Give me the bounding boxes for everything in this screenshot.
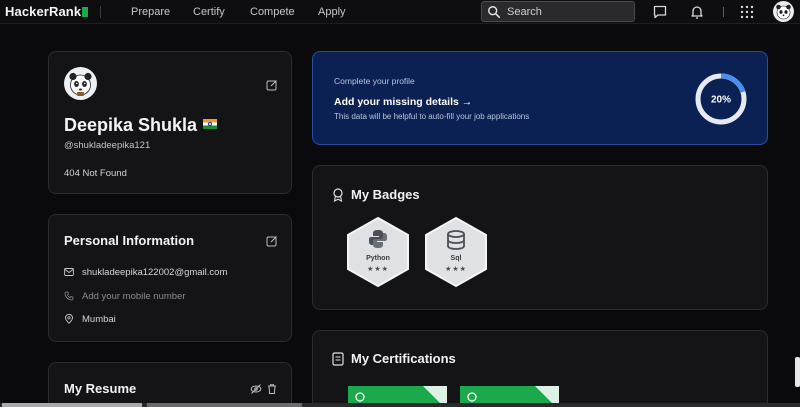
profile-name: Deepika Shukla (64, 115, 218, 136)
resume-title: My Resume (64, 381, 137, 396)
certifications-title: My Certifications (351, 351, 456, 366)
badge-python-label: Python (366, 255, 390, 262)
profile-bio: 404 Not Found (64, 168, 127, 179)
scrollbar-thumb[interactable] (2, 403, 142, 407)
complete-profile-description: This data will be helpful to auto-fill y… (334, 112, 530, 121)
logo-text: HackerRank (5, 4, 82, 19)
panda-avatar-icon (69, 72, 92, 96)
hexagon-badge-icon (425, 216, 487, 288)
email-row: shukladeepika122002@gmail.com (64, 265, 227, 279)
hide-eye-icon[interactable] (250, 383, 262, 395)
badge-sql-stars: ★★★ (445, 266, 467, 273)
badges-title: My Badges (351, 187, 420, 202)
badge-sql-label: Sql (450, 255, 462, 262)
search-box[interactable] (481, 1, 635, 22)
search-icon (488, 6, 501, 19)
nav-prepare[interactable]: Prepare (131, 6, 170, 18)
nav-certify[interactable]: Certify (193, 6, 225, 18)
apps-grid-icon[interactable] (739, 4, 755, 20)
badge-python[interactable]: Python ★★★ (345, 216, 411, 288)
hackerrank-logo[interactable]: HackerRank (5, 4, 89, 19)
logo-mark (82, 7, 89, 17)
badges-card: My Badges Python ★★★ Sql ★★★ (312, 165, 768, 310)
email-value: shukladeepika122002@gmail.com (82, 266, 228, 278)
add-missing-details-text: Add your missing details (334, 96, 459, 108)
profile-handle: @shukladeepika121 (64, 140, 151, 151)
bell-icon[interactable] (689, 4, 705, 20)
complete-profile-banner: Complete your profile Add your missing d… (312, 51, 768, 145)
badge-sql[interactable]: Sql ★★★ (423, 216, 489, 288)
progress-percent-label: 20% (711, 95, 731, 106)
profile-card: Deepika Shukla @shukladeepika121 404 Not… (48, 51, 292, 194)
messages-icon[interactable] (652, 4, 668, 20)
location-value: Mumbai (82, 313, 116, 325)
profile-avatar[interactable] (64, 67, 97, 100)
nav-compete[interactable]: Compete (250, 6, 295, 18)
profile-name-text: Deepika Shukla (64, 115, 198, 135)
vertical-scrollbar-thumb[interactable] (795, 357, 800, 387)
edit-personal-info-icon[interactable] (266, 235, 278, 247)
email-icon (64, 268, 74, 276)
india-flag-icon (203, 119, 218, 129)
certificate-doc-icon (332, 352, 344, 366)
scrollbar-track-segment (147, 403, 302, 407)
phone-placeholder: Add your mobile number (82, 290, 186, 302)
personal-info-card: Personal Information shukladeepika122002… (48, 214, 292, 342)
personal-info-title: Personal Information (64, 233, 195, 248)
nav-divider (100, 6, 101, 18)
nav-divider-right (723, 7, 724, 17)
certifications-card: My Certifications (312, 330, 768, 407)
delete-trash-icon[interactable] (266, 383, 278, 395)
resume-card: My Resume (48, 362, 292, 407)
user-avatar[interactable] (773, 1, 794, 22)
panda-avatar-icon (776, 4, 791, 20)
horizontal-scrollbar[interactable] (0, 403, 800, 407)
top-nav: HackerRank Prepare Certify Compete Apply (0, 0, 800, 24)
phone-icon (64, 291, 74, 301)
hexagon-badge-icon (347, 216, 409, 288)
phone-row[interactable]: Add your mobile number (64, 289, 186, 303)
complete-profile-eyebrow: Complete your profile (334, 76, 415, 86)
location-row: Mumbai (64, 312, 116, 326)
edit-profile-icon[interactable] (266, 79, 278, 91)
add-missing-details-link[interactable]: Add your missing details → (334, 96, 472, 108)
badge-ribbon-icon (333, 188, 343, 202)
arrow-right-icon: → (461, 96, 473, 108)
badge-python-stars: ★★★ (367, 266, 389, 273)
profile-progress-ring: 20% (695, 73, 747, 125)
nav-apply[interactable]: Apply (318, 6, 346, 18)
search-input[interactable] (507, 4, 627, 19)
location-pin-icon (65, 314, 73, 324)
